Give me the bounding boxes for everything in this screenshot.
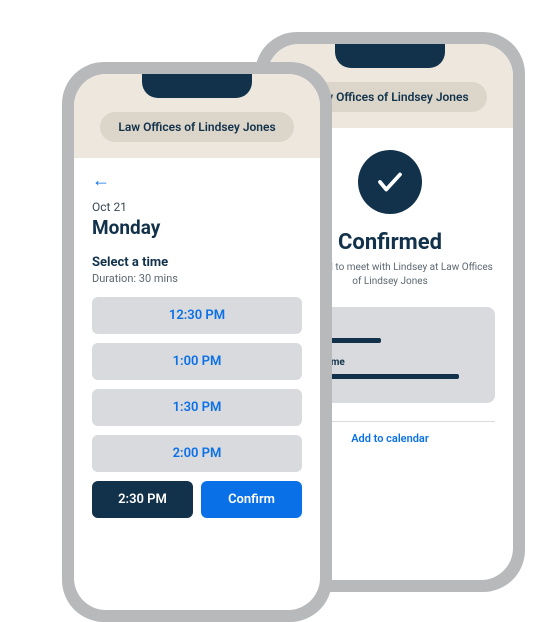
app-title-pill: Law Offices of Lindsey Jones [100,112,293,142]
select-time-label: Select a time [92,255,302,270]
time-slot[interactable]: 1:00 PM [92,343,302,380]
notch [335,44,445,68]
time-slot[interactable]: 12:30 PM [92,297,302,334]
screen-left: Law Offices of Lindsey Jones ← Oct 21 Mo… [74,74,320,610]
duration-label: Duration: 30 mins [92,272,302,285]
date-short: Oct 21 [92,200,302,214]
time-slot[interactable]: 1:30 PM [92,389,302,426]
date-day: Monday [92,216,302,239]
time-slot-selected[interactable]: 2:30 PM [92,481,193,518]
phone-frame-left: Law Offices of Lindsey Jones ← Oct 21 Mo… [62,62,332,622]
notch [142,74,252,98]
confirm-button[interactable]: Confirm [201,481,302,518]
content-left: ← Oct 21 Monday Select a time Duration: … [74,158,320,610]
back-arrow-icon[interactable]: ← [92,172,302,190]
check-icon [358,150,422,214]
time-slot[interactable]: 2:00 PM [92,435,302,472]
